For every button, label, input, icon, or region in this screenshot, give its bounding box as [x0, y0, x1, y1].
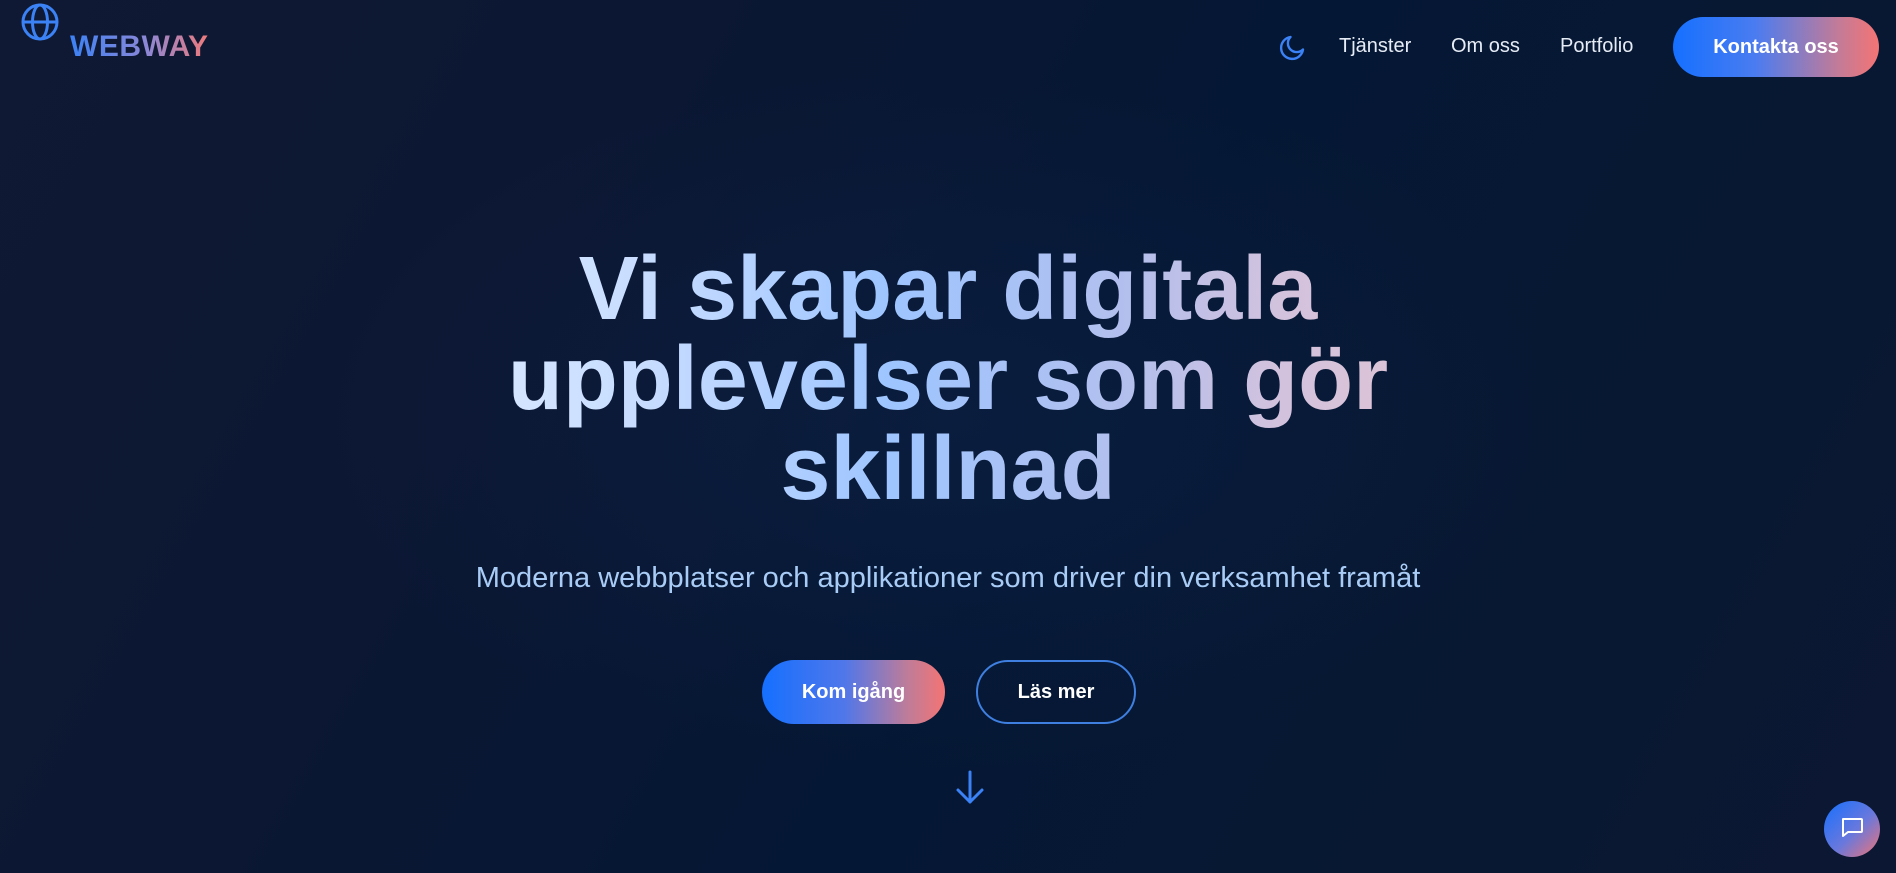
contact-button[interactable]: Kontakta oss: [1673, 17, 1879, 77]
arrow-down-icon[interactable]: [953, 768, 987, 808]
hero-title: Vi skapar digitala upplevelser som gör s…: [348, 244, 1548, 514]
nav-link-about[interactable]: Om oss: [1451, 35, 1520, 58]
hero-subtitle: Moderna webbplatser och applikationer so…: [475, 562, 1421, 594]
globe-icon: [20, 2, 60, 42]
nav-link-portfolio[interactable]: Portfolio: [1560, 35, 1633, 58]
chat-button[interactable]: [1824, 801, 1880, 857]
read-more-button[interactable]: Läs mer: [976, 660, 1136, 724]
get-started-button[interactable]: Kom igång: [762, 660, 945, 724]
moon-icon[interactable]: [1278, 32, 1308, 62]
logo-text: WEBWAY: [70, 30, 209, 63]
chat-bubble-icon: [1839, 814, 1865, 845]
nav-link-services[interactable]: Tjänster: [1339, 35, 1411, 58]
